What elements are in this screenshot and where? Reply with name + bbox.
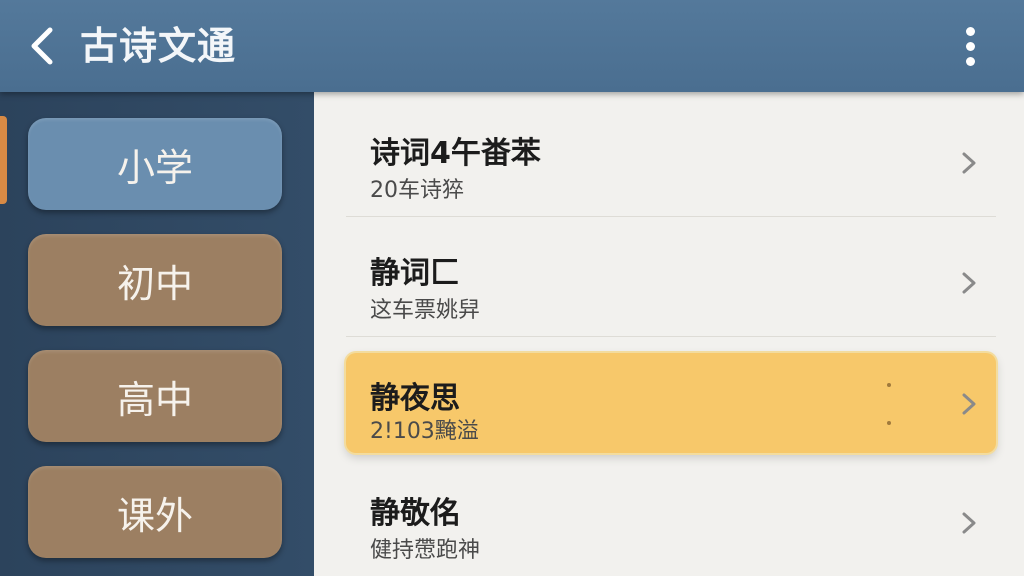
- list-item-title: 静词匚: [370, 256, 460, 291]
- sidebar-item-primary[interactable]: 小学: [28, 118, 282, 210]
- chevron-right-icon: [962, 512, 976, 534]
- sidebar-item-label: 课外: [116, 493, 193, 538]
- list-item[interactable]: 静词匚 这车票姚舁: [346, 216, 996, 326]
- list-item[interactable]: 诗词4午畨苯 20车诗猝: [346, 96, 996, 206]
- sidebar-item-label: 小学: [116, 145, 193, 190]
- back-button[interactable]: [22, 22, 62, 70]
- divider: [346, 336, 996, 337]
- chevron-right-icon: [962, 393, 976, 415]
- chevron-left-icon: [31, 27, 53, 65]
- sidebar-item-label: 初中: [116, 261, 193, 306]
- active-indicator: [0, 116, 7, 204]
- sidebar-item-senior[interactable]: 高中: [28, 350, 282, 442]
- more-options-button[interactable]: [952, 22, 988, 70]
- poem-list: 诗词4午畨苯 20车诗猝 静词匚 这车票姚舁 静夜思 2!103黤溢 静敬佲 健…: [314, 92, 1024, 576]
- sidebar-item-label: 高中: [116, 377, 193, 422]
- list-item-subtitle: 这车票姚舁: [370, 298, 481, 323]
- category-sidebar: 小学 初中 高中 课外: [0, 92, 314, 576]
- list-item-title: 诗词4午畨苯: [370, 136, 541, 171]
- list-item-title: 静夜思: [370, 381, 460, 416]
- list-item-subtitle: 20车诗猝: [370, 178, 464, 203]
- app-header: 古诗文通: [0, 0, 1024, 92]
- decor-dot: [887, 421, 891, 425]
- list-item[interactable]: 静敬佲 健持慸跑神: [346, 456, 996, 566]
- more-vertical-icon: [965, 26, 975, 36]
- decor-dot: [887, 383, 891, 387]
- list-item-title: 静敬佲: [370, 496, 460, 531]
- list-item-subtitle: 健持慸跑神: [370, 538, 481, 563]
- list-item-selected[interactable]: 静夜思 2!103黤溢: [346, 353, 996, 453]
- list-item-subtitle: 2!103黤溢: [370, 419, 479, 444]
- sidebar-item-junior[interactable]: 初中: [28, 234, 282, 326]
- page-title: 古诗文通: [80, 24, 237, 68]
- sidebar-item-extracurricular[interactable]: 课外: [28, 466, 282, 558]
- chevron-right-icon: [962, 272, 976, 294]
- chevron-right-icon: [962, 152, 976, 174]
